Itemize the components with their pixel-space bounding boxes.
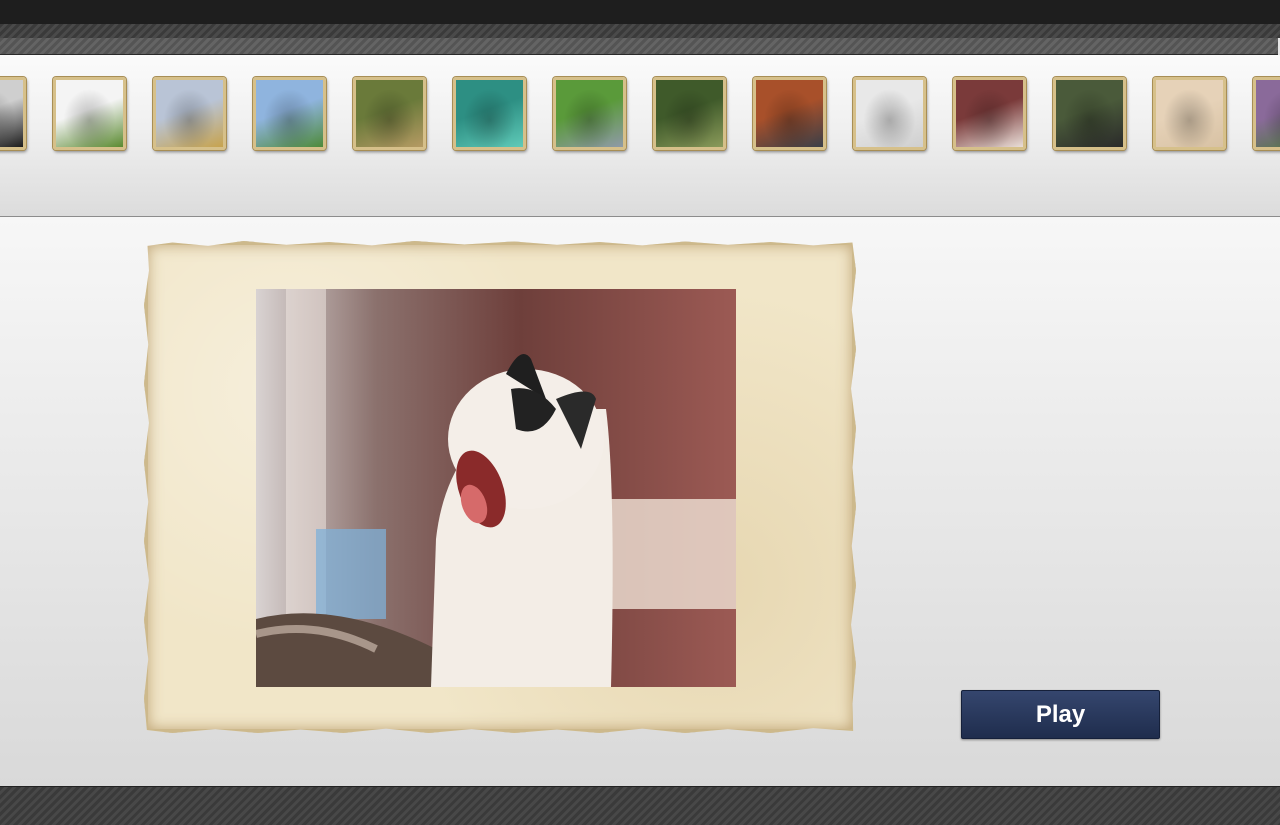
duckling-thumbnail-icon[interactable]	[353, 77, 426, 150]
bird-thumbnail-icon[interactable]	[1153, 77, 1226, 150]
monkey-thumbnail-icon[interactable]	[1053, 77, 1126, 150]
kitten-thumbnail-icon[interactable]	[953, 77, 1026, 150]
giraffe-thumbnail-icon[interactable]	[153, 77, 226, 150]
main-photo	[256, 289, 736, 687]
white-cat-thumbnail-icon[interactable]	[853, 77, 926, 150]
donkey-thumbnail-icon[interactable]	[53, 77, 126, 150]
play-button[interactable]: Play	[961, 690, 1160, 739]
dog-thumbnail-icon[interactable]	[0, 77, 26, 150]
thumbnail-strip[interactable]	[0, 55, 1280, 217]
flower-thumbnail-icon[interactable]	[1253, 77, 1280, 150]
header-stripe	[0, 24, 1280, 38]
yawning-kitten-icon	[256, 289, 736, 687]
snail-thumbnail-icon[interactable]	[553, 77, 626, 150]
footer-bar	[0, 786, 1280, 825]
header-stripe-lower	[0, 38, 1278, 55]
stork-thumbnail-icon[interactable]	[653, 77, 726, 150]
top-bar	[0, 0, 1280, 24]
polar-bear-thumbnail-icon[interactable]	[453, 77, 526, 150]
wolf-thumbnail-icon[interactable]	[753, 77, 826, 150]
deer-thumbnail-icon[interactable]	[253, 77, 326, 150]
